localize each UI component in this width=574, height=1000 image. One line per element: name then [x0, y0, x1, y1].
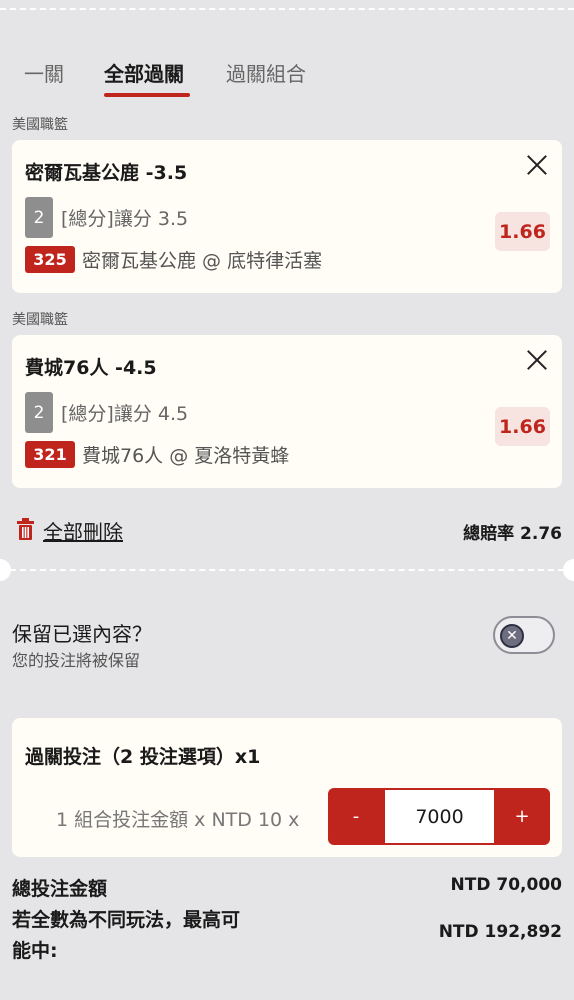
stake-input[interactable]: [385, 790, 494, 843]
keep-selection-toggle[interactable]: ✕: [493, 616, 555, 654]
right-notch: [563, 559, 574, 581]
leg-number-badge: 2: [25, 392, 53, 433]
league-label: 美國職籃: [12, 312, 68, 328]
event-code-badge: 321: [25, 441, 75, 468]
market-label: [總分]讓分 3.5: [61, 208, 189, 230]
match-label: 費城76人 @ 夏洛特黃蜂: [82, 445, 290, 467]
middle-divider: [0, 569, 574, 571]
increase-button[interactable]: +: [494, 788, 550, 845]
trash-icon: [17, 518, 34, 540]
league-label: 美國職籃: [12, 117, 68, 133]
close-icon[interactable]: [526, 349, 548, 371]
keep-selection-title: 保留已選內容？: [12, 622, 152, 646]
toggle-off-icon: ✕: [500, 624, 524, 648]
delete-all-label: 全部刪除: [43, 520, 123, 544]
selection-title: 密爾瓦基公鹿 -3.5: [25, 162, 188, 184]
decrease-button[interactable]: -: [328, 788, 384, 845]
total-stake-value: NTD 70,000: [450, 875, 562, 895]
match-label: 密爾瓦基公鹿 @ 底特律活塞: [82, 250, 323, 272]
stake-stepper: - +: [328, 788, 550, 845]
left-notch: [0, 559, 11, 581]
top-divider: [0, 8, 574, 10]
total-odds: 總賠率 2.76: [463, 524, 562, 544]
total-stake-label: 總投注金額: [12, 878, 108, 900]
keep-selection-subtitle: 您的投注將被保留: [12, 651, 141, 670]
event-code-badge: 325: [25, 246, 75, 273]
tab-all-parlay[interactable]: 全部過關: [104, 58, 184, 87]
parlay-title: 過關投注（2 投注選項）x1: [25, 746, 261, 768]
odds-value: 1.66: [495, 212, 550, 251]
max-win-value: NTD 192,892: [438, 922, 562, 942]
max-win-label-line1: 若全數為不同玩法，最高可: [12, 909, 241, 931]
parlay-stake-card: 過關投注（2 投注選項）x1 1 組合投注金額 x NTD 10 x - +: [12, 718, 562, 857]
tab-parlay-combo[interactable]: 過關組合: [226, 58, 306, 87]
odds-value: 1.66: [495, 407, 550, 446]
close-icon[interactable]: [526, 154, 548, 176]
bet-card: 費城76人 -4.5 2 [總分]讓分 4.5 321 費城76人 @ 夏洛特黃…: [12, 335, 562, 488]
market-label: [總分]讓分 4.5: [61, 403, 189, 425]
max-win-label-line2: 能中:: [12, 940, 58, 962]
bet-card: 密爾瓦基公鹿 -3.5 2 [總分]讓分 3.5 325 密爾瓦基公鹿 @ 底特…: [12, 140, 562, 293]
active-tab-indicator: [104, 93, 190, 97]
leg-number-badge: 2: [25, 197, 53, 238]
tab-single[interactable]: 一關: [24, 58, 64, 87]
stake-unit-label: 1 組合投注金額 x NTD 10 x: [56, 809, 300, 831]
selection-title: 費城76人 -4.5: [25, 357, 157, 379]
